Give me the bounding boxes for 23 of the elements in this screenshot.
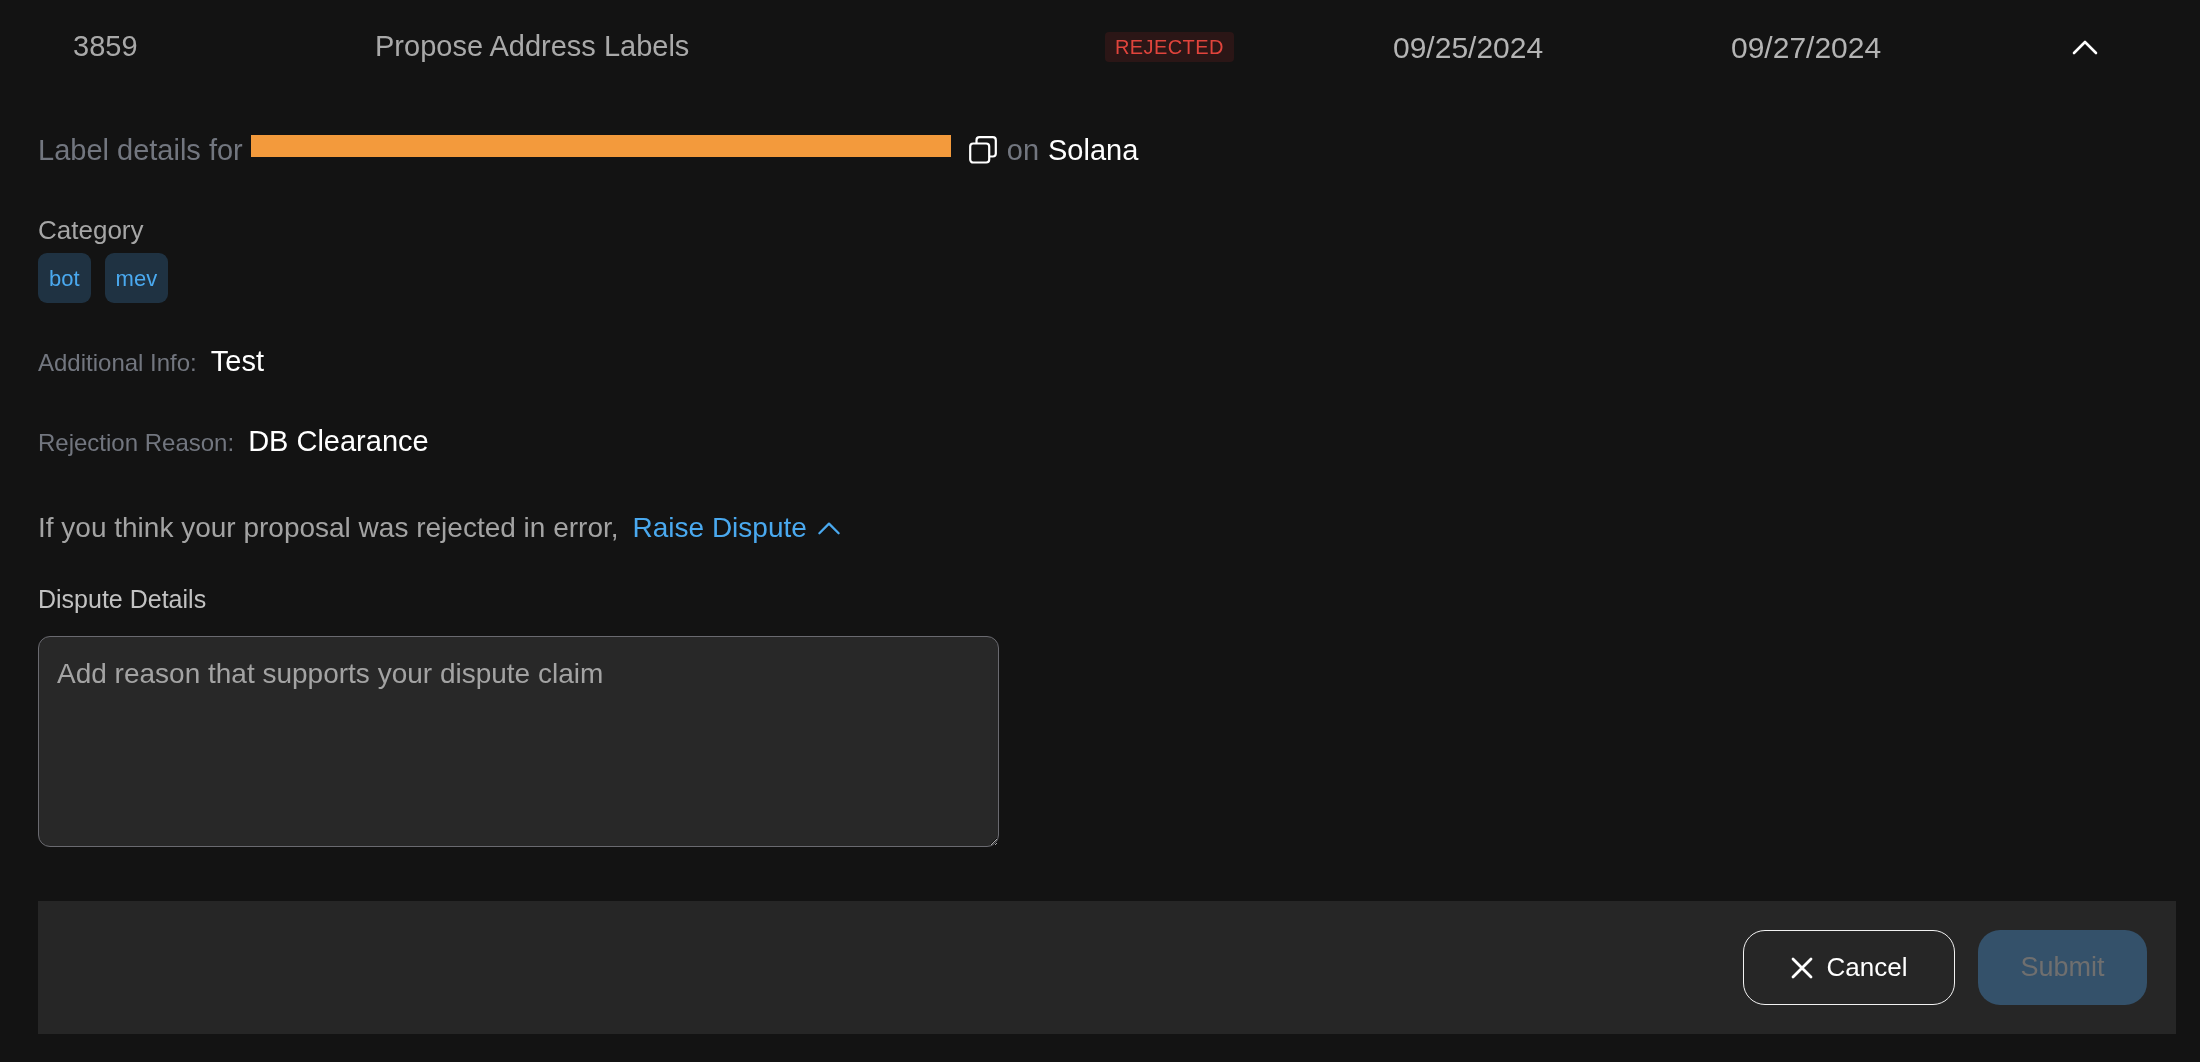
raise-dispute-link[interactable]: Raise Dispute: [632, 509, 841, 547]
close-icon: [1790, 956, 1813, 979]
collapse-icon[interactable]: [2072, 39, 2098, 55]
field-label: Additional Info:: [38, 348, 197, 378]
field-label: Rejection Reason:: [38, 428, 235, 458]
proposal-number: 3859: [73, 29, 138, 65]
field-value: Test: [210, 344, 264, 379]
dispute-prompt-text: If you think your proposal was rejected in error,: [38, 511, 619, 545]
date-text: 09/27/2024: [1731, 29, 1882, 66]
dispute-details-field[interactable]: Add reason that supports your dispute claim: [38, 636, 999, 847]
field-value: DB Clearance: [248, 424, 429, 459]
network-name: Solana: [1048, 133, 1139, 168]
copy-icon[interactable]: [968, 136, 997, 164]
cancel-button[interactable]: Cancel: [1743, 930, 1955, 1005]
date-text: 09/25/2024: [1393, 29, 1544, 66]
network-prefix-text: on: [1006, 133, 1039, 168]
dispute-details-label: Dispute Details: [38, 584, 207, 615]
category-tag: bot: [38, 253, 91, 303]
proposal-title: Propose Address Labels: [375, 29, 690, 65]
category-tag: mev: [104, 253, 169, 303]
status-badge: REJECTED: [1105, 32, 1234, 62]
label-details-text: Label details for: [38, 133, 243, 168]
category-label: Category: [38, 214, 144, 247]
